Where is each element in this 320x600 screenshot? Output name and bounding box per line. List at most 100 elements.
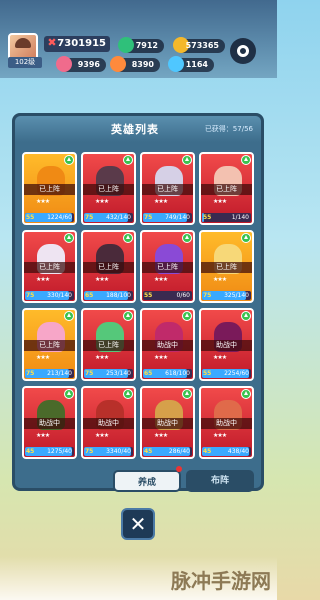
gem-icon bbox=[118, 37, 134, 53]
shard-progress-text: 0/60 bbox=[176, 292, 190, 299]
shard-progress-bar: 45 286/40 bbox=[143, 447, 192, 456]
coin-value: 573365 bbox=[185, 41, 219, 50]
coin-counter[interactable]: 573365 bbox=[173, 37, 225, 53]
tab-formation[interactable]: 布阵 bbox=[186, 470, 254, 492]
stamina2-counter[interactable]: 8390 bbox=[110, 56, 160, 72]
hero-status: 已上阵 bbox=[83, 262, 134, 273]
shard-progress-bar: 75 749/140 bbox=[143, 213, 192, 222]
hero-status: 助战中 bbox=[201, 418, 252, 429]
star-icon: ★★★ bbox=[213, 198, 227, 205]
hero-card[interactable]: 已上阵 ★★★ 75 253/140 bbox=[81, 308, 136, 381]
settings-button[interactable] bbox=[230, 38, 256, 64]
hero-level: 75 bbox=[203, 292, 212, 299]
player-level: 102级 bbox=[8, 57, 42, 68]
hero-card[interactable]: 助战中 ★★★ 55 2254/60 bbox=[199, 308, 254, 381]
hero-card[interactable]: 助战中 ★★★ 65 618/100 bbox=[140, 308, 195, 381]
hero-card[interactable]: 已上阵 ★★★ 75 432/140 bbox=[81, 152, 136, 225]
combat-power-value: 7301915 bbox=[57, 38, 106, 49]
shard-progress-bar: 55 1224/60 bbox=[25, 213, 74, 222]
upgrade-arrow-icon bbox=[241, 389, 251, 399]
shard-progress-bar: 75 432/140 bbox=[84, 213, 133, 222]
shard-progress-text: 1275/40 bbox=[47, 448, 72, 455]
star-icon: ★★★ bbox=[95, 276, 109, 283]
hero-status: 已上阵 bbox=[201, 184, 252, 195]
star-icon: ★★★ bbox=[95, 354, 109, 361]
hero-status: 助战中 bbox=[24, 418, 75, 429]
hero-card[interactable]: 已上阵 ★★★ 75 213/140 bbox=[22, 308, 77, 381]
hero-card[interactable]: 助战中 ★★★ 45 286/40 bbox=[140, 386, 195, 459]
hero-status: 已上阵 bbox=[24, 262, 75, 273]
hero-level: 55 bbox=[203, 370, 212, 377]
upgrade-arrow-icon bbox=[64, 389, 74, 399]
hero-grid: 已上阵 ★★★ 55 1224/60 已上阵 ★★★ 75 432/140 已上阵 ★★★ 75 74… bbox=[22, 152, 254, 459]
star-icon: ★★★ bbox=[36, 432, 50, 439]
shard-progress-bar: 45 1275/40 bbox=[25, 447, 74, 456]
upgrade-arrow-icon bbox=[241, 311, 251, 321]
shard-progress-text: 1224/60 bbox=[47, 214, 72, 221]
upgrade-arrow-icon bbox=[182, 233, 192, 243]
hero-level: 75 bbox=[85, 370, 94, 377]
hero-level: 45 bbox=[144, 448, 153, 455]
meat-icon bbox=[110, 56, 126, 72]
shard-progress-bar: 55 2254/60 bbox=[202, 369, 251, 378]
close-button[interactable]: ✕ bbox=[121, 508, 155, 540]
shard-progress-text: 325/140 bbox=[224, 292, 249, 299]
hero-card[interactable]: 助战中 ★★★ 75 3340/40 bbox=[81, 386, 136, 459]
hero-status: 已上阵 bbox=[24, 184, 75, 195]
notification-dot bbox=[176, 466, 182, 472]
hero-level: 65 bbox=[144, 370, 153, 377]
gem-counter[interactable]: 7912 bbox=[118, 37, 164, 53]
upgrade-arrow-icon bbox=[64, 311, 74, 321]
shard-progress-bar: 55 1/140 bbox=[202, 213, 251, 222]
hero-level: 75 bbox=[85, 214, 94, 221]
stamina2-value: 8390 bbox=[131, 60, 154, 69]
hero-level: 65 bbox=[85, 292, 94, 299]
stamina1-counter[interactable]: 9396 bbox=[56, 56, 106, 72]
shard-progress-text: 438/40 bbox=[227, 448, 249, 455]
star-icon: ★★★ bbox=[154, 432, 168, 439]
upgrade-arrow-icon bbox=[123, 311, 133, 321]
shard-progress-bar: 65 188/100 bbox=[84, 291, 133, 300]
hero-card[interactable]: 已上阵 ★★★ 75 749/140 bbox=[140, 152, 195, 225]
star-icon: ★★★ bbox=[95, 198, 109, 205]
stamina3-counter[interactable]: 1164 bbox=[168, 56, 214, 72]
hero-list-panel: 英雄列表 已获得：57/56 已上阵 ★★★ 55 1224/60 已上阵 ★★★ 75 43… bbox=[12, 113, 264, 491]
hero-card[interactable]: 已上阵 ★★★ 75 330/140 bbox=[22, 230, 77, 303]
tab-train[interactable]: 养成 bbox=[113, 470, 181, 492]
hero-level: 45 bbox=[203, 448, 212, 455]
shard-progress-text: 286/40 bbox=[168, 448, 190, 455]
hero-count: 已获得：57/56 bbox=[204, 125, 253, 133]
shard-progress-bar: 75 325/140 bbox=[202, 291, 251, 300]
gem-value: 7912 bbox=[135, 41, 158, 50]
hero-status: 已上阵 bbox=[142, 262, 193, 273]
hero-card[interactable]: 已上阵 ★★★ 65 188/100 bbox=[81, 230, 136, 303]
hero-status: 已上阵 bbox=[83, 184, 134, 195]
hero-status: 已上阵 bbox=[83, 340, 134, 351]
upgrade-arrow-icon bbox=[123, 233, 133, 243]
hero-status: 已上阵 bbox=[142, 184, 193, 195]
hero-status: 已上阵 bbox=[24, 340, 75, 351]
star-icon: ★★★ bbox=[213, 276, 227, 283]
panel-title: 英雄列表 bbox=[111, 123, 159, 136]
star-icon: ★★★ bbox=[213, 354, 227, 361]
hero-card[interactable]: 已上阵 ★★★ 55 1/140 bbox=[199, 152, 254, 225]
star-icon: ★★★ bbox=[154, 276, 168, 283]
power-icon: ✖ bbox=[47, 36, 57, 49]
hero-level: 75 bbox=[26, 292, 35, 299]
shard-progress-text: 188/100 bbox=[106, 292, 131, 299]
hero-level: 55 bbox=[144, 292, 153, 299]
star-icon: ★★★ bbox=[36, 276, 50, 283]
hero-level: 45 bbox=[26, 448, 35, 455]
hero-card[interactable]: 已上阵 ★★★ 55 0/60 bbox=[140, 230, 195, 303]
shard-progress-bar: 75 3340/40 bbox=[84, 447, 133, 456]
star-icon: ★★★ bbox=[36, 354, 50, 361]
hero-card[interactable]: 已上阵 ★★★ 55 1224/60 bbox=[22, 152, 77, 225]
hero-card[interactable]: 已上阵 ★★★ 75 325/140 bbox=[199, 230, 254, 303]
upgrade-arrow-icon bbox=[182, 389, 192, 399]
hero-card[interactable]: 助战中 ★★★ 45 438/40 bbox=[199, 386, 254, 459]
shard-progress-bar: 75 213/140 bbox=[25, 369, 74, 378]
stamina1-value: 9396 bbox=[77, 60, 100, 69]
hero-level: 75 bbox=[26, 370, 35, 377]
hero-card[interactable]: 助战中 ★★★ 45 1275/40 bbox=[22, 386, 77, 459]
shard-progress-text: 330/140 bbox=[47, 292, 72, 299]
